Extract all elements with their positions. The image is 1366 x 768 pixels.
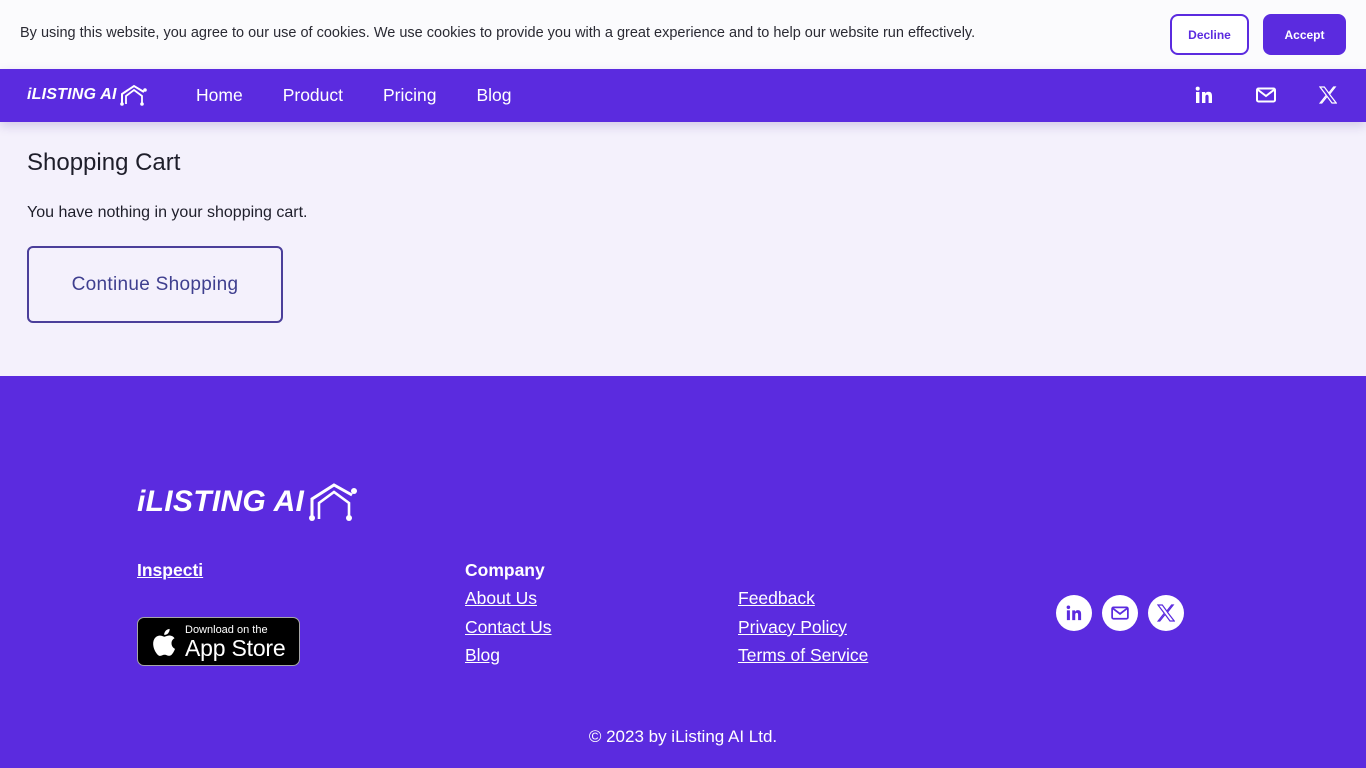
logo-house-icon: [119, 84, 147, 106]
empty-cart-message: You have nothing in your shopping cart.: [27, 204, 308, 221]
footer-link-blog[interactable]: Blog: [465, 645, 500, 666]
page-title: Shopping Cart: [27, 149, 181, 176]
x-icon[interactable]: [1317, 84, 1339, 106]
app-store-small-text: Download on the: [185, 623, 268, 636]
site-footer: iLISTING AI Inspecti Download on the App…: [0, 376, 1366, 768]
main-nav: Home Product Pricing Blog: [196, 85, 552, 106]
apple-icon: [153, 628, 176, 656]
footer-link-contact-us[interactable]: Contact Us: [465, 617, 552, 638]
footer-mail-icon[interactable]: [1102, 595, 1138, 631]
app-store-big-text: App Store: [185, 634, 286, 661]
nav-product[interactable]: Product: [283, 85, 343, 106]
footer-brand-link[interactable]: Inspecti: [137, 560, 203, 581]
footer-x-icon[interactable]: [1148, 595, 1184, 631]
footer-logo[interactable]: iLISTING AI: [137, 482, 359, 522]
copyright-text: © 2023 by iListing AI Ltd.: [588, 727, 778, 746]
company-heading: Company: [465, 560, 545, 580]
footer-link-terms-of-service[interactable]: Terms of Service: [738, 645, 868, 666]
nav-home[interactable]: Home: [196, 85, 243, 106]
footer-logo-text: iLISTING AI: [137, 485, 305, 518]
decline-cookies-button[interactable]: Decline: [1170, 14, 1249, 55]
header-logo[interactable]: iLISTING AI: [27, 84, 148, 106]
logo-house-icon: [309, 483, 358, 521]
header-logo-text: iLISTING AI: [27, 86, 117, 103]
linkedin-icon[interactable]: [1193, 84, 1215, 106]
footer-link-about-us[interactable]: About Us: [465, 588, 537, 609]
site-header: iLISTING AI Home Product Pricing Blog: [0, 69, 1366, 122]
nav-pricing[interactable]: Pricing: [383, 85, 437, 106]
nav-blog[interactable]: Blog: [477, 85, 512, 106]
app-store-badge[interactable]: Download on the App Store: [137, 617, 300, 666]
accept-cookies-button[interactable]: Accept: [1263, 14, 1346, 55]
footer-link-privacy-policy[interactable]: Privacy Policy: [738, 617, 847, 638]
cookie-banner: By using this website, you agree to our …: [0, 0, 1366, 69]
cookie-message: By using this website, you agree to our …: [20, 25, 976, 41]
footer-link-feedback[interactable]: Feedback: [738, 588, 815, 609]
footer-linkedin-icon[interactable]: [1056, 595, 1092, 631]
continue-shopping-button[interactable]: Continue Shopping: [27, 246, 283, 323]
mail-icon[interactable]: [1255, 84, 1277, 106]
